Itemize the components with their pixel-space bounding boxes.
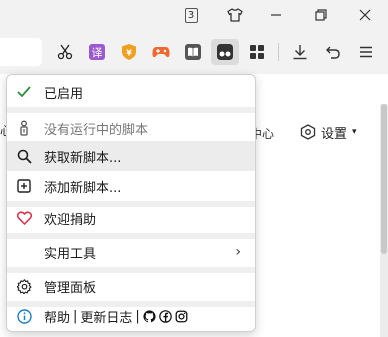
help-links: 帮助 | 更新日志 | <box>44 307 188 326</box>
menu-item-dashboard[interactable]: 管理面板 <box>7 271 255 301</box>
menu-label-tools: 实用工具 <box>44 246 97 262</box>
facebook-icon[interactable] <box>159 309 172 323</box>
address-bar[interactable] <box>0 38 42 66</box>
menu-item-donate[interactable]: 欢迎捐助 <box>7 203 255 233</box>
heart-icon <box>16 210 32 226</box>
window-titlebar: 3 <box>0 0 388 30</box>
shield-icon[interactable]: ¥ <box>118 41 140 63</box>
instagram-icon[interactable] <box>175 310 188 323</box>
menu-item-tools[interactable]: 实用工具 › <box>7 237 255 267</box>
download-icon[interactable] <box>289 41 311 63</box>
close-icon[interactable] <box>354 5 376 25</box>
toolbar-separator <box>278 43 279 61</box>
pipe-separator: | <box>73 308 78 324</box>
tab-count: 3 <box>184 7 198 23</box>
menu-label-dashboard: 管理面板 <box>44 280 97 296</box>
check-icon <box>16 84 32 100</box>
browser-toolbar: 译 ¥ <box>0 30 388 74</box>
menu-item-no-scripts: 没有运行中的脚本 <box>7 113 255 143</box>
svg-text:¥: ¥ <box>126 49 132 58</box>
gear-icon <box>16 278 32 294</box>
settings-button[interactable]: 设置 ▾ <box>300 121 357 143</box>
extension-popup-menu: 已启用 没有运行中的脚本 获取新脚本... 添加新脚本... 欢迎捐助 实用工具… <box>6 74 256 332</box>
shirt-icon[interactable] <box>224 5 246 25</box>
chevron-right-icon: › <box>235 244 241 260</box>
svg-text:译: 译 <box>92 47 103 60</box>
github-icon[interactable] <box>143 309 156 323</box>
translate-icon[interactable]: 译 <box>86 41 108 63</box>
changelog-link[interactable]: 更新日志 <box>80 307 132 326</box>
settings-label: 设置 <box>321 126 348 142</box>
menu-item-add-script[interactable]: 添加新脚本... <box>7 171 255 201</box>
tampermonkey-icon[interactable] <box>211 39 239 65</box>
menu-item-get-scripts[interactable]: 获取新脚本... <box>7 141 255 171</box>
menu-item-enabled[interactable]: 已启用 <box>7 77 255 107</box>
search-icon <box>16 148 32 164</box>
help-link[interactable]: 帮助 <box>44 307 70 326</box>
menu-item-help: 帮助 | 更新日志 | <box>7 301 255 331</box>
menu-label-get-scripts: 获取新脚本... <box>44 150 122 166</box>
menu-icon[interactable] <box>355 41 377 63</box>
undo-icon[interactable] <box>322 41 344 63</box>
minimize-icon[interactable] <box>265 5 287 25</box>
gamepad-icon[interactable] <box>150 41 172 63</box>
menu-label-no-scripts: 没有运行中的脚本 <box>44 122 149 138</box>
settings-caret: ▾ <box>352 127 357 137</box>
pipe-separator: | <box>135 308 140 324</box>
info-icon <box>16 308 32 324</box>
restore-icon[interactable] <box>310 5 332 25</box>
apps-grid-icon[interactable] <box>246 41 268 63</box>
menu-label-donate: 欢迎捐助 <box>44 212 97 228</box>
menu-label-enabled: 已启用 <box>44 86 84 102</box>
reader-icon[interactable] <box>182 41 204 63</box>
plus-box-icon <box>16 178 32 194</box>
menu-label-add-script: 添加新脚本... <box>44 180 122 196</box>
hexagon-gear-icon <box>300 124 316 140</box>
script-icon <box>16 120 32 136</box>
scissors-icon[interactable] <box>54 41 76 63</box>
scrollbar-thumb[interactable] <box>381 104 387 254</box>
tab-count-button[interactable]: 3 <box>180 5 202 25</box>
